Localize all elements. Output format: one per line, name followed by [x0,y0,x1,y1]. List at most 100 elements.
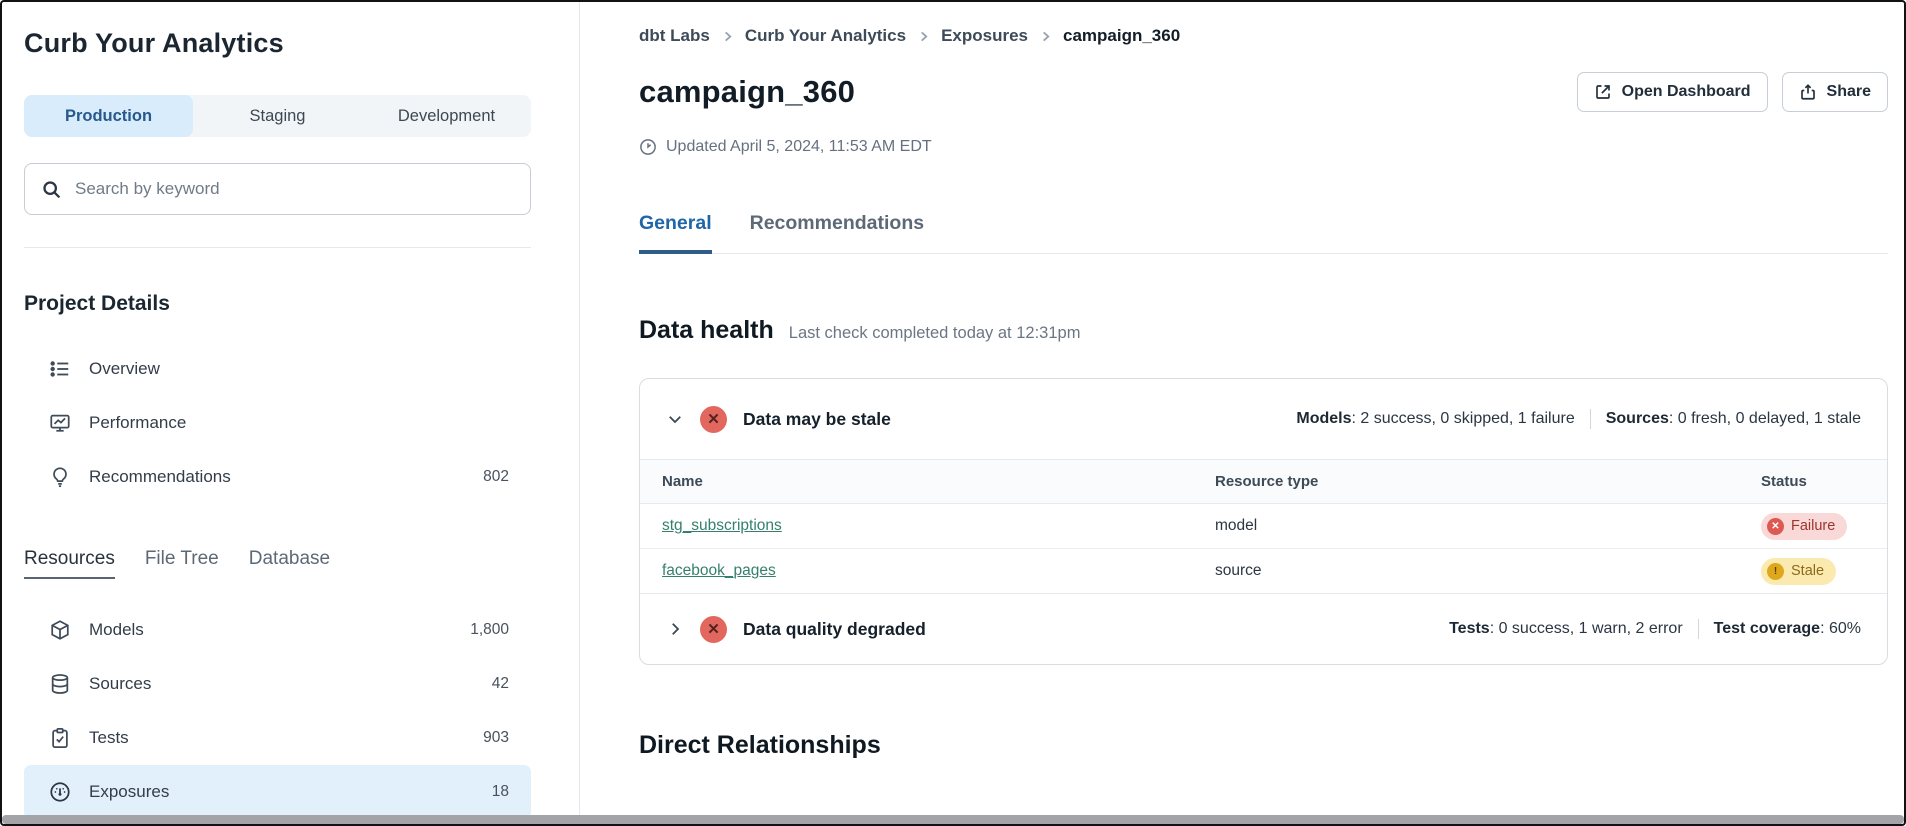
sidebar-item-count: 1,800 [470,621,519,639]
quality-group-title: Data quality degraded [743,619,926,640]
data-health-header: Data health Last check completed today a… [639,316,1888,345]
title-row: campaign_360 Open Dashboard Share [639,72,1888,112]
cube-icon [48,619,72,641]
performance-chart-icon [48,412,72,434]
app-window: Curb Your Analytics Production Staging D… [0,0,1906,826]
updated-text: Updated April 5, 2024, 11:53 AM EDT [666,138,932,156]
tab-production[interactable]: Production [24,95,193,137]
external-link-icon [1594,83,1612,101]
gauge-icon [48,781,72,803]
resource-type-cell: model [1193,504,1739,549]
breadcrumb-dbt-labs[interactable]: dbt Labs [639,26,710,46]
tests-stat: Tests: 0 success, 1 warn, 2 error [1449,620,1683,638]
sidebar-item-count: 18 [492,783,519,801]
status-badge-stale: ! Stale [1761,558,1836,585]
open-dashboard-label: Open Dashboard [1622,83,1751,101]
sidebar-item-recommendations[interactable]: Recommendations 802 [24,450,531,504]
sidebar-item-performance[interactable]: Performance [24,396,531,450]
chevron-right-icon [722,31,733,42]
column-header-name: Name [640,460,1193,504]
project-details-heading: Project Details [24,292,531,316]
sidebar-divider [24,247,531,248]
resource-link-stg-subscriptions[interactable]: stg_subscriptions [662,517,782,534]
sidebar-item-label: Tests [89,728,129,748]
quality-group-row[interactable]: ✕ Data quality degraded Tests: 0 success… [640,594,1887,664]
share-button[interactable]: Share [1782,72,1888,112]
status-label: Failure [1791,518,1835,534]
stale-group-title: Data may be stale [743,409,891,430]
status-label: Stale [1791,563,1824,579]
sidebar-item-count: 42 [492,675,519,693]
tab-database[interactable]: Database [249,548,330,579]
sources-stat: Sources: 0 fresh, 0 delayed, 1 stale [1606,410,1861,428]
sidebar: Curb Your Analytics Production Staging D… [2,2,580,824]
breadcrumb-exposures[interactable]: Exposures [941,26,1028,46]
search-input[interactable] [75,179,514,199]
sidebar-item-label: Overview [89,359,160,379]
status-badge-failure: ✕ Failure [1761,513,1847,540]
sidebar-item-label: Models [89,620,144,640]
share-label: Share [1827,83,1871,101]
models-stat: Models: 2 success, 0 skipped, 1 failure [1296,410,1574,428]
sidebar-item-models[interactable]: Models 1,800 [24,603,531,657]
table-row: stg_subscriptions model ✕ Failure [640,504,1887,549]
main-content: dbt Labs Curb Your Analytics Exposures c… [580,2,1904,824]
breadcrumb: dbt Labs Curb Your Analytics Exposures c… [639,26,1888,46]
page-title: campaign_360 [639,74,855,110]
breadcrumb-project[interactable]: Curb Your Analytics [745,26,906,46]
resource-link-facebook-pages[interactable]: facebook_pages [662,562,776,579]
table-header-row: Name Resource type Status [640,460,1887,504]
page-actions: Open Dashboard Share [1577,72,1888,112]
resource-view-tabs: Resources File Tree Database [24,548,531,579]
column-header-status: Status [1739,460,1887,504]
direct-relationships-heading: Direct Relationships [639,731,1888,760]
resources-nav: Models 1,800 Sources 42 Tests 903 [24,603,531,819]
search-icon [41,179,62,200]
table-row: facebook_pages source ! Stale [640,549,1887,594]
tab-file-tree[interactable]: File Tree [145,548,219,579]
test-coverage-stat: Test coverage: 60% [1714,620,1861,638]
search-box[interactable] [24,163,531,215]
list-icon [48,358,72,380]
x-circle-icon: ✕ [1767,518,1784,535]
project-details-nav: Overview Performance Recommendations 802 [24,342,531,504]
quality-group-stats: Tests: 0 success, 1 warn, 2 error Test c… [1449,619,1861,639]
sidebar-item-label: Sources [89,674,151,694]
chevron-right-icon[interactable] [666,620,684,638]
stat-divider [1698,619,1699,639]
sidebar-item-label: Recommendations [89,467,231,487]
sidebar-item-overview[interactable]: Overview [24,342,531,396]
window-bottom-scrollbar[interactable] [2,815,1904,824]
tab-general[interactable]: General [639,212,712,254]
chevron-down-icon[interactable] [666,410,684,428]
tab-development[interactable]: Development [362,95,531,137]
exclamation-circle-icon: ! [1767,563,1784,580]
environment-tabs: Production Staging Development [24,95,531,137]
sidebar-item-label: Performance [89,413,186,433]
sidebar-item-exposures[interactable]: Exposures 18 [24,765,531,819]
last-check-text: Last check completed today at 12:31pm [789,324,1081,343]
breadcrumb-current: campaign_360 [1063,26,1180,46]
clock-icon [639,138,657,156]
updated-timestamp: Updated April 5, 2024, 11:53 AM EDT [639,138,1888,156]
tab-staging[interactable]: Staging [193,95,362,137]
chevron-right-icon [918,31,929,42]
sidebar-item-tests[interactable]: Tests 903 [24,711,531,765]
stat-divider [1590,409,1591,429]
sidebar-item-count: 903 [483,729,519,747]
chevron-right-icon [1040,31,1051,42]
detail-tabs: General Recommendations [639,212,1888,254]
column-header-resource-type: Resource type [1193,460,1739,504]
error-status-icon: ✕ [700,616,727,643]
tab-recommendations[interactable]: Recommendations [750,212,924,254]
stale-resources-table: Name Resource type Status stg_subscripti… [640,459,1887,594]
sidebar-item-label: Exposures [89,782,169,802]
data-health-card: ✕ Data may be stale Models: 2 success, 0… [639,378,1888,665]
database-icon [48,673,72,695]
open-dashboard-button[interactable]: Open Dashboard [1577,72,1768,112]
clipboard-check-icon [48,727,72,749]
tab-resources[interactable]: Resources [24,548,115,579]
sidebar-item-sources[interactable]: Sources 42 [24,657,531,711]
data-health-heading: Data health [639,316,774,345]
stale-group-row[interactable]: ✕ Data may be stale Models: 2 success, 0… [640,379,1887,459]
